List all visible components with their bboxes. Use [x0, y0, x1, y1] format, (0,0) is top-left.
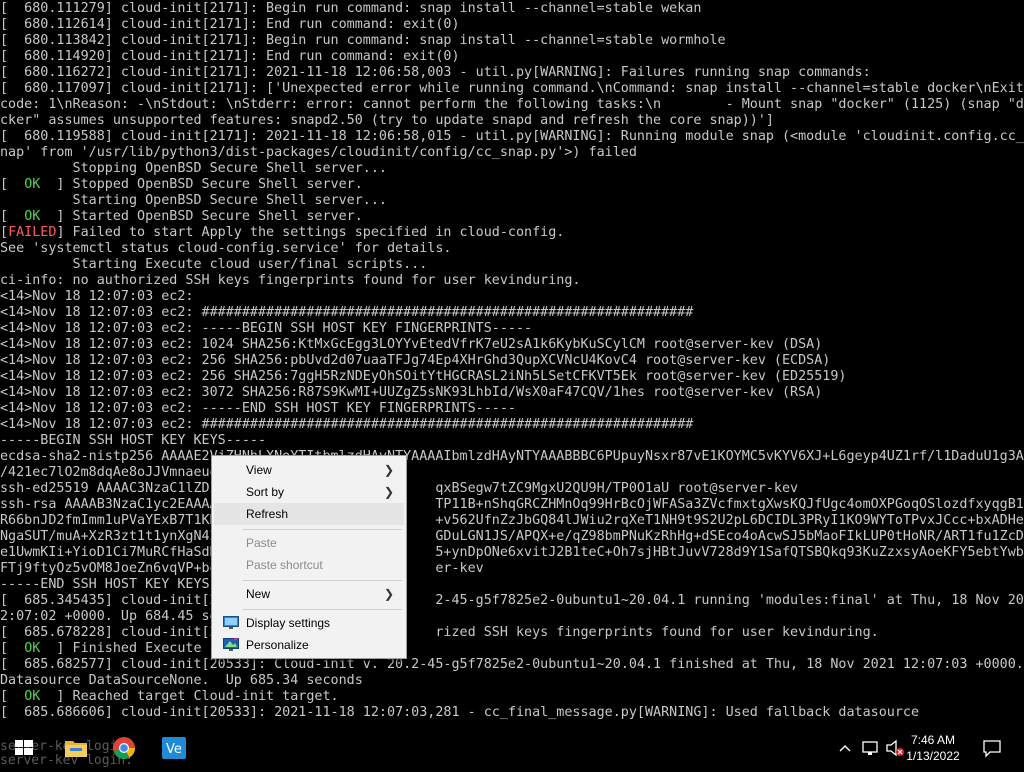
- action-center-button[interactable]: [980, 728, 1004, 768]
- menu-separator: [242, 529, 402, 530]
- menu-item-view[interactable]: View ❯: [214, 459, 404, 481]
- console-line: [ 685.345435] cloud-init[2 2-45-g5f7825e…: [0, 593, 1024, 608]
- menu-separator: [242, 609, 402, 610]
- console-line: [ 680.116272] cloud-init[2171]: 2021-11-…: [0, 65, 871, 80]
- menu-item-paste-label: Paste: [246, 536, 277, 550]
- console-line: code: 1\nReason: -\nStdout: \nStderr: er…: [0, 97, 1024, 112]
- clock-time: 7:46 AM: [910, 733, 956, 747]
- svg-text:Ve: Ve: [166, 742, 182, 757]
- console-line: 2:07:02 +0000. Up 684.45 se: [0, 609, 218, 624]
- notification-icon: [983, 740, 1001, 758]
- console-line: [ OK ] Reached target Cloud-init target.: [0, 689, 339, 704]
- folder-icon: [65, 741, 87, 757]
- console-line: [ 685.682577] cloud-init[20533]: Cloud-i…: [0, 657, 1024, 672]
- menu-separator: [242, 580, 402, 581]
- network-button[interactable]: [860, 728, 882, 768]
- menu-item-sort-by-label: Sort by: [246, 485, 285, 499]
- menu-item-paste-shortcut[interactable]: Paste shortcut: [214, 554, 404, 576]
- console-line: [ 680.117097] cloud-init[2171]: ['Unexpe…: [0, 81, 1024, 96]
- console-line: [ OK ] Stopped OpenBSD Secure Shell serv…: [0, 177, 363, 192]
- vmware-button[interactable]: Ve: [154, 728, 194, 768]
- console-line: <14>Nov 18 12:07:03 ec2: ###############…: [0, 305, 694, 320]
- console-line: <14>Nov 18 12:07:03 ec2: -----END SSH HO…: [0, 401, 516, 416]
- network-icon: [862, 741, 878, 755]
- console-line: e1UwmKIi+YioD1Ci7MuRCfHaSdH 5+ynDpONe6xv…: [0, 545, 1024, 560]
- console-line: Stopping OpenBSD Secure Shell server...: [0, 161, 387, 176]
- console-line: <14>Nov 18 12:07:03 ec2:: [0, 289, 194, 304]
- menu-item-new-label: New: [246, 587, 271, 601]
- console-line: [ 680.111279] cloud-init[2171]: Begin ru…: [0, 1, 702, 16]
- file-explorer-button[interactable]: [56, 728, 96, 768]
- console-line: NgaSUT/muA+XzR3zt1t1ynXgN42 GDuLGN1JS/AP…: [0, 529, 1024, 544]
- menu-item-refresh-label: Refresh: [246, 507, 289, 521]
- chevron-up-icon: [839, 745, 851, 752]
- chevron-right-icon: ❯: [383, 587, 394, 601]
- console-line: Starting Execute cloud user/final script…: [0, 257, 428, 272]
- clock[interactable]: 7:46 AM 1/13/2022: [898, 732, 968, 764]
- chevron-right-icon: ❯: [383, 485, 394, 499]
- console-line: [ 680.114920] cloud-init[2171]: End run …: [0, 49, 460, 64]
- menu-item-display-settings[interactable]: Display settings: [214, 612, 404, 634]
- console-line: [FAILED] Failed to start Apply the setti…: [0, 225, 565, 240]
- menu-item-sort-by[interactable]: Sort by ❯: [214, 481, 404, 503]
- console-line: <14>Nov 18 12:07:03 ec2: 256 SHA256:7ggH…: [0, 369, 847, 384]
- console-line: <14>Nov 18 12:07:03 ec2: -----BEGIN SSH …: [0, 321, 533, 336]
- console-line: See 'systemctl status cloud-config.servi…: [0, 241, 452, 256]
- console-line: [ 685.686606] cloud-init[20533]: 2021-11…: [0, 705, 920, 720]
- console-line: Datasource DataSourceNone. Up 685.34 sec…: [0, 673, 363, 688]
- console-line: <14>Nov 18 12:07:03 ec2: 3072 SHA256:R87…: [0, 385, 823, 400]
- console-line: R66bnJD2fmImm1uPVaYExB7T1KN +v562UfnZzJb…: [0, 513, 1024, 528]
- personalize-icon: [223, 638, 239, 651]
- show-hidden-icons-button[interactable]: [836, 728, 854, 768]
- console-line: [ OK ] Finished Execute c: [0, 641, 218, 656]
- menu-item-refresh[interactable]: Refresh: [214, 503, 404, 525]
- menu-item-display-settings-label: Display settings: [246, 616, 331, 630]
- menu-item-personalize[interactable]: Personalize: [214, 634, 404, 656]
- console-line: cker" assumes unsupported features: snap…: [0, 113, 774, 128]
- windows-logo-icon: [15, 740, 33, 755]
- menu-item-paste-shortcut-label: Paste shortcut: [246, 558, 323, 572]
- menu-item-new[interactable]: New ❯: [214, 583, 404, 605]
- console-line: ssh-rsa AAAAB3NzaC1yc2EAAAA TP11B+nShqGR…: [0, 497, 1024, 512]
- console-line: <14>Nov 18 12:07:03 ec2: ###############…: [0, 417, 694, 432]
- menu-item-personalize-label: Personalize: [246, 638, 309, 652]
- chevron-right-icon: ❯: [383, 463, 394, 477]
- start-button[interactable]: [0, 728, 48, 768]
- menu-item-paste[interactable]: Paste: [214, 532, 404, 554]
- clock-date: 1/13/2022: [906, 749, 960, 763]
- desktop-context-menu: View ❯ Sort by ❯ Refresh Paste Paste sho…: [211, 455, 407, 659]
- console-line: nap' from '/usr/lib/python3/dist-package…: [0, 145, 637, 160]
- console-line: Starting OpenBSD Secure Shell server...: [0, 193, 387, 208]
- chrome-icon: [113, 737, 135, 760]
- console-line: [ OK ] Started OpenBSD Secure Shell serv…: [0, 209, 363, 224]
- terminal-console: [ 680.111279] cloud-init[2171]: Begin ru…: [0, 0, 1024, 728]
- taskbar: server-kev login: server-kev login: Ve 7…: [0, 728, 1024, 768]
- console-line: [ 680.119588] cloud-init[2171]: 2021-11-…: [0, 129, 1024, 144]
- vmware-icon: Ve: [162, 737, 186, 759]
- console-line: [ 680.113842] cloud-init[2171]: Begin ru…: [0, 33, 726, 48]
- console-line: ecdsa-sha2-nistp256 AAAAE2VjZHNhLXNoYTIt…: [0, 449, 1024, 464]
- console-line: ci-info: no authorized SSH keys fingerpr…: [0, 273, 581, 288]
- console-line: [ 680.112614] cloud-init[2171]: End run …: [0, 17, 460, 32]
- console-line: -----BEGIN SSH HOST KEY KEYS-----: [0, 433, 267, 448]
- console-line: <14>Nov 18 12:07:03 ec2: 256 SHA256:pbUv…: [0, 353, 831, 368]
- console-line: [ 685.678228] cloud-init[2 rized SSH key…: [0, 625, 879, 640]
- menu-item-view-label: View: [246, 463, 272, 477]
- console-line: /421ec7lO2m8dqAe8oJJVmnaeuo: [0, 465, 218, 480]
- console-line: <14>Nov 18 12:07:03 ec2: 1024 SHA256:KtM…: [0, 337, 823, 352]
- chrome-button[interactable]: [104, 728, 144, 768]
- display-icon: [223, 616, 239, 629]
